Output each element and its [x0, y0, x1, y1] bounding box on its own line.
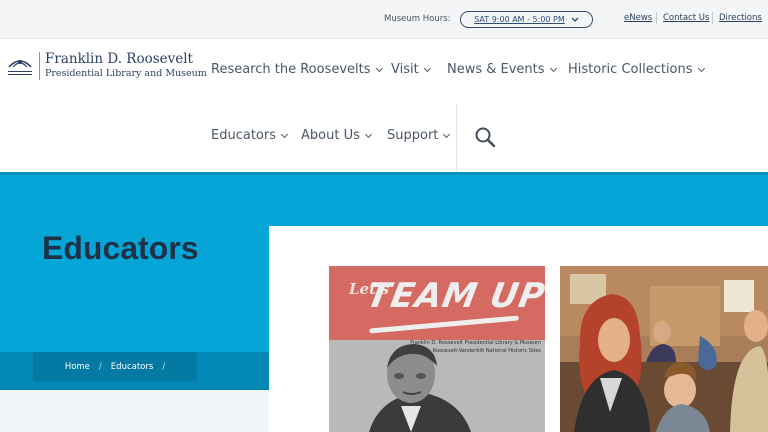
museum-hours-dropdown[interactable]: SAT 9:00 AM - 5:00 PM [460, 11, 593, 28]
nav-label: Educators [211, 128, 276, 143]
nav-item-support[interactable]: Support [387, 128, 451, 143]
directions-link[interactable]: Directions [719, 13, 762, 23]
nav-label: Support [387, 128, 439, 143]
enews-link[interactable]: eNews [624, 13, 652, 23]
logo-line-2: Presidential Library and Museum [45, 68, 207, 79]
chevron-down-icon [697, 64, 705, 72]
poster-subline-1: Franklin D. Roosevelt Presidential Libra… [410, 340, 541, 346]
nav-item-educators[interactable]: Educators [211, 128, 289, 143]
museum-hours-label: Museum Hours: [384, 14, 451, 24]
poster-swash [369, 315, 519, 334]
poster-headline: TEAM UP [363, 276, 545, 316]
breadcrumb-separator: / [98, 361, 102, 372]
nav-item-about-us[interactable]: About Us [301, 128, 372, 143]
museum-hours-value: SAT 9:00 AM - 5:00 PM [474, 15, 565, 24]
sidebar-panel [0, 390, 269, 432]
search-icon [475, 127, 496, 148]
contact-us-link[interactable]: Contact Us [663, 13, 709, 23]
nav-item-news-events[interactable]: News & Events [447, 62, 557, 77]
link-divider [712, 12, 713, 24]
search-button[interactable] [474, 126, 496, 148]
chevron-down-icon [549, 64, 557, 72]
chevron-down-icon [443, 130, 451, 138]
breadcrumb-separator: / [162, 361, 166, 372]
chevron-down-icon [364, 130, 372, 138]
logo-line-1: Franklin D. Roosevelt [45, 51, 193, 67]
nav-label: Visit [391, 62, 419, 77]
nav-item-research[interactable]: Research the Roosevelts [211, 62, 383, 77]
site-logo[interactable]: Franklin D. Roosevelt Presidential Libra… [6, 50, 207, 82]
chevron-down-icon [423, 64, 431, 72]
logo-divider [39, 52, 40, 80]
nav-label: Historic Collections [568, 62, 693, 77]
hero-top-border [0, 172, 768, 175]
nav-label: Research the Roosevelts [211, 62, 371, 77]
breadcrumb-educators[interactable]: Educators [111, 362, 154, 372]
page-title: Educators [42, 230, 199, 266]
poster-subline-2: Roosevelt-Vanderbilt National Historic S… [432, 348, 541, 354]
logo-text: Franklin D. Roosevelt Presidential Libra… [45, 52, 207, 80]
utility-bar: Museum Hours: SAT 9:00 AM - 5:00 PM eNew… [0, 0, 768, 39]
breadcrumb-home[interactable]: Home [65, 362, 90, 372]
nav-item-visit[interactable]: Visit [391, 62, 431, 77]
national-archives-logo-icon [6, 52, 34, 80]
chevron-down-icon [375, 64, 383, 72]
team-up-poster-image[interactable]: Let's TEAM UP Franklin D. Roosevelt Pres… [329, 266, 545, 432]
classroom-photo[interactable] [560, 266, 768, 432]
nav-label: News & Events [447, 62, 545, 77]
chevron-down-icon [280, 130, 289, 138]
chevron-down-icon [571, 17, 579, 22]
nav-label: About Us [301, 128, 360, 143]
link-divider [656, 12, 657, 24]
nav-divider [456, 104, 457, 172]
nav-item-historic-collections[interactable]: Historic Collections [568, 62, 705, 77]
breadcrumb: Home / Educators / [33, 352, 197, 381]
educators-classroom-image [560, 266, 768, 432]
